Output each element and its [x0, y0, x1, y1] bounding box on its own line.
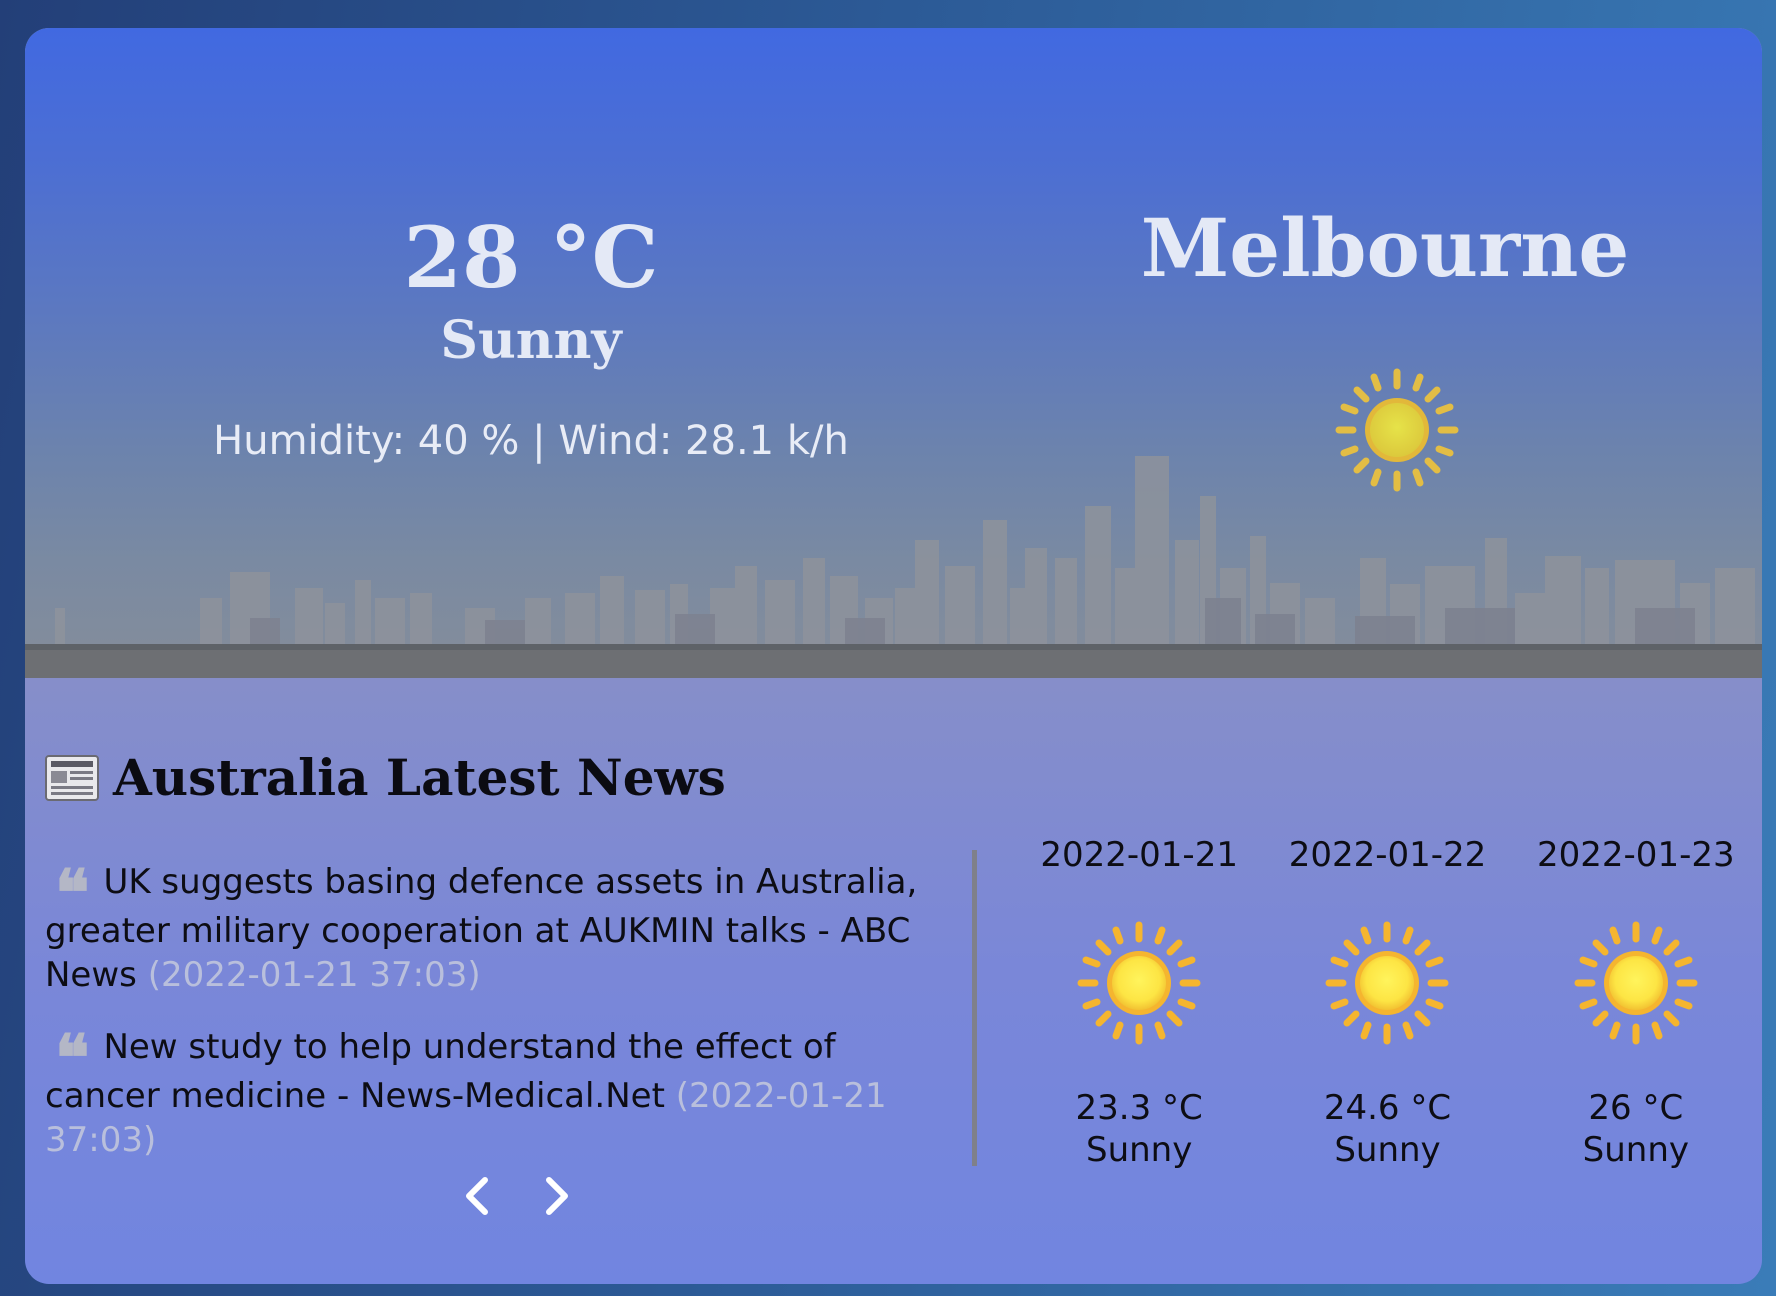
forecast-condition: Sunny: [1334, 1130, 1441, 1170]
sun-icon: [1323, 919, 1451, 1047]
forecast-condition: Sunny: [1085, 1130, 1193, 1170]
news-item[interactable]: ❝ New study to help understand the effect…: [45, 1025, 925, 1162]
news-list: ❝ UK suggests basing defence assets in Au…: [45, 860, 925, 1190]
weather-card: 28 °C Sunny Humidity: 40 % | Wind: 28.1 …: [25, 28, 1762, 1284]
city-name: Melbourne: [1140, 201, 1630, 295]
forecast-day: 2022-01-21 23.3 °C Sunny: [1015, 833, 1263, 1171]
news-next-button[interactable]: [535, 1168, 579, 1224]
current-details: Humidity: 40 % | Wind: 28.1 k/h: [213, 418, 849, 464]
news-pagination: [455, 1168, 579, 1224]
forecast-list: 2022-01-21 23.3 °C Sunny 2022-01-22 24.6…: [1015, 833, 1760, 1171]
newspaper-icon: [45, 755, 99, 801]
city-skyline-image: [25, 456, 1762, 678]
forecast-date: 2022-01-21: [1040, 835, 1238, 875]
forecast-day: 2022-01-23 26 °C Sunny: [1512, 833, 1760, 1171]
news-item[interactable]: ❝ UK suggests basing defence assets in Au…: [45, 860, 925, 997]
forecast-date: 2022-01-23: [1537, 835, 1735, 875]
chevron-left-icon: [466, 1177, 488, 1215]
forecast-temperature: 26 °C: [1588, 1088, 1684, 1128]
sun-icon: [1572, 919, 1700, 1047]
news-section-title: Australia Latest News: [45, 746, 726, 810]
forecast-temperature: 24.6 °C: [1323, 1088, 1452, 1128]
current-weather: 28 °C Sunny Humidity: 40 % | Wind: 28.1 …: [125, 208, 937, 466]
quote-icon: ❝: [55, 856, 89, 931]
forecast-temperature: 23.3 °C: [1075, 1088, 1203, 1128]
current-temperature: 28 °C: [403, 208, 659, 307]
news-title-text: Australia Latest News: [113, 748, 726, 807]
current-condition: Sunny: [440, 310, 622, 371]
quote-icon: ❝: [55, 1021, 89, 1096]
forecast-condition: Sunny: [1582, 1130, 1689, 1170]
forecast-date: 2022-01-22: [1288, 835, 1487, 875]
forecast-day: 2022-01-22 24.6 °C Sunny: [1263, 833, 1511, 1171]
sun-icon: [1335, 368, 1459, 492]
section-divider: [972, 850, 977, 1166]
news-date: (2022-01-21 37:03): [147, 955, 481, 995]
hero-banner: 28 °C Sunny Humidity: 40 % | Wind: 28.1 …: [25, 28, 1762, 678]
sun-icon: [1075, 919, 1203, 1047]
chevron-right-icon: [546, 1177, 568, 1215]
news-prev-button[interactable]: [455, 1168, 499, 1224]
